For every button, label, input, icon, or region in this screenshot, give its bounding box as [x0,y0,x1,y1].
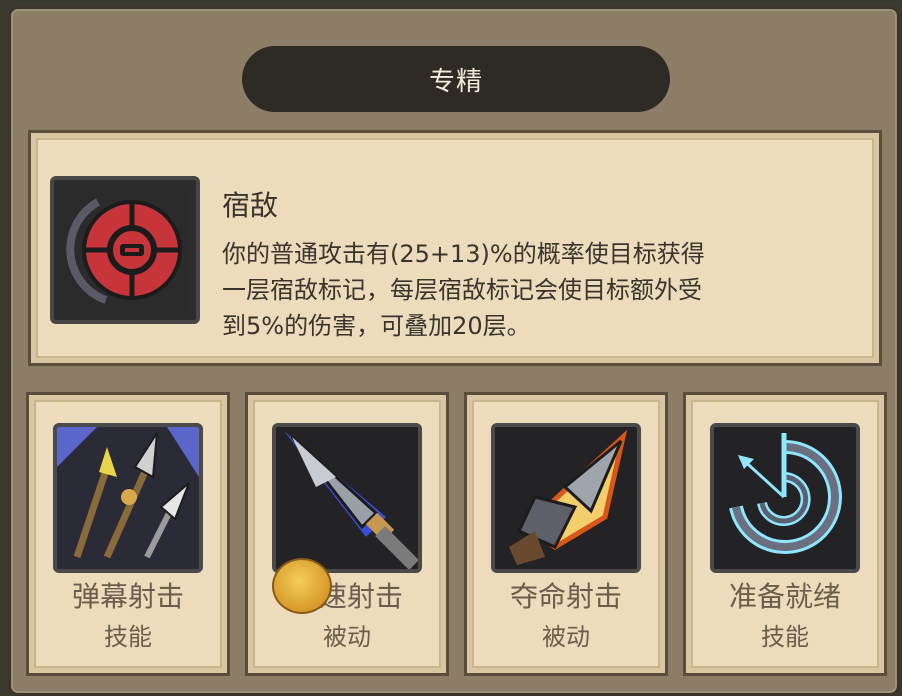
deadly-shot-arrowhead-icon [491,423,641,573]
selected-skill-icon [50,176,200,324]
skill-card-type: 技能 [104,623,152,651]
skill-card-barrage[interactable]: 弹幕射击 技能 [26,392,230,676]
skill-card-quick-shot[interactable]: 快速射击 被动 [245,392,449,676]
selected-skill-description: 你的普通攻击有(25+13)%的概率使目标获得 一层宿敌标记，每层宿敌标记会使目… [222,240,705,340]
skill-card-type: 被动 [542,623,590,651]
skill-card-name: 弹幕射击 [71,580,184,613]
skill-card-name: 准备就绪 [728,580,841,613]
skill-card-name: 夺命射击 [509,580,622,613]
skill-card-type: 技能 [761,623,809,651]
nemesis-target-icon [62,188,188,312]
quick-shot-arrowhead-icon [272,423,422,573]
barrage-arrows-icon [53,423,203,573]
panel-title: 专精 [428,66,483,97]
skill-card-ready[interactable]: 准备就绪 技能 [683,392,887,676]
selected-skill-name: 宿敌 [222,189,279,222]
panel-title-bar: 专精 [242,46,670,112]
ready-spiral-icon [710,423,860,573]
skill-card-type: 被动 [323,623,371,651]
skill-card-deadly-shot[interactable]: 夺命射击 被动 [464,392,668,676]
gold-coin-icon [272,558,332,614]
